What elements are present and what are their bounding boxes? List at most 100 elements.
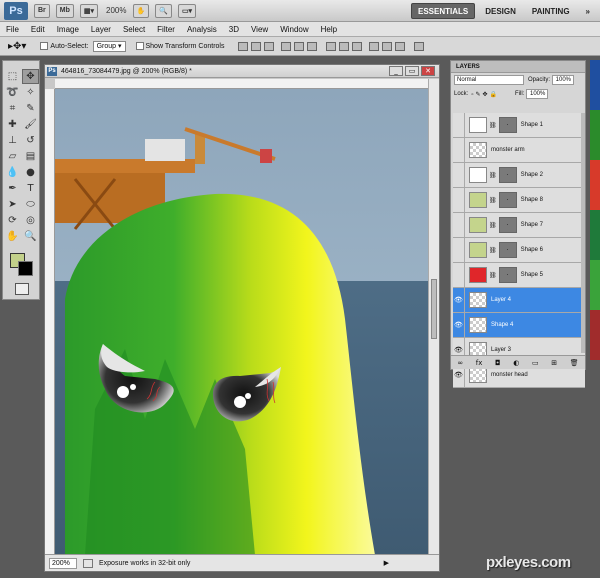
blend-mode-dropdown[interactable]: Normal <box>454 75 524 85</box>
align-vcenter-icon[interactable] <box>251 41 262 51</box>
history-brush-tool-icon[interactable]: ↺ <box>22 133 39 148</box>
add-mask-icon[interactable]: ◘ <box>495 359 501 367</box>
magic-wand-tool-icon[interactable]: ✧ <box>22 85 39 100</box>
fill-field[interactable]: 100% <box>526 89 549 99</box>
layer-thumbnail[interactable] <box>469 267 487 283</box>
vector-mask-thumbnail[interactable]: · <box>498 167 517 183</box>
marquee-tool-icon[interactable]: ⬚ <box>4 69 21 84</box>
opacity-field[interactable]: 100% <box>552 75 575 85</box>
brush-tool-icon[interactable]: 🖌 <box>22 117 39 132</box>
layer-thumbnail[interactable] <box>469 117 487 133</box>
menu-image[interactable]: Image <box>57 25 79 34</box>
mask-link-icon[interactable]: ⛓ <box>489 222 497 229</box>
mask-link-icon[interactable]: ⛓ <box>489 122 497 129</box>
healing-brush-tool-icon[interactable]: ✚ <box>4 117 21 132</box>
3d-rotate-tool-icon[interactable]: ⟳ <box>4 213 21 228</box>
layer-row[interactable]: ⛓ · Shape 2 <box>453 163 585 188</box>
layer-thumbnail[interactable] <box>469 192 487 208</box>
mask-link-icon[interactable]: ⛓ <box>489 247 497 254</box>
mask-link-icon[interactable]: ⛓ <box>489 272 497 279</box>
menu-edit[interactable]: Edit <box>31 25 45 34</box>
visibility-eye-icon[interactable] <box>453 263 465 287</box>
eraser-tool-icon[interactable]: ▱ <box>4 149 21 164</box>
menu-window[interactable]: Window <box>280 25 308 34</box>
workspace-design-button[interactable]: DESIGN <box>479 3 522 19</box>
lock-icons[interactable]: ▫✎✥🔒 <box>471 91 499 98</box>
layers-scrollbar[interactable] <box>581 113 585 353</box>
workspace-painting-button[interactable]: PAINTING <box>526 3 576 19</box>
vector-mask-thumbnail[interactable]: · <box>498 267 517 283</box>
status-info-icon[interactable] <box>83 558 93 568</box>
zoom-level-select[interactable]: 200% <box>106 6 126 15</box>
status-menu-icon[interactable]: ▶ <box>384 559 389 567</box>
image-canvas[interactable] <box>55 89 429 555</box>
layer-row[interactable]: 👁 Layer 4 <box>453 288 585 313</box>
menu-help[interactable]: Help <box>321 25 337 34</box>
vector-mask-thumbnail[interactable]: · <box>498 217 517 233</box>
menu-select[interactable]: Select <box>123 25 145 34</box>
status-zoom-field[interactable]: 200% <box>49 557 77 569</box>
vertical-scrollbar[interactable] <box>428 79 439 555</box>
dodge-tool-icon[interactable]: ● <box>22 165 39 180</box>
delete-layer-icon[interactable]: 🗑 <box>570 359 579 367</box>
layer-thumbnail[interactable] <box>469 142 487 158</box>
align-right-icon[interactable] <box>307 41 318 51</box>
vector-mask-thumbnail[interactable]: · <box>498 117 517 133</box>
blur-tool-icon[interactable]: 💧 <box>4 165 21 180</box>
menu-layer[interactable]: Layer <box>91 25 111 34</box>
vertical-ruler[interactable] <box>45 89 55 555</box>
visibility-eye-icon[interactable] <box>453 238 465 262</box>
mini-bridge-button[interactable]: Mb <box>55 3 74 18</box>
pen-tool-icon[interactable]: ✒ <box>4 181 21 196</box>
bridge-button[interactable]: Br <box>34 3 50 18</box>
hand-tool-button[interactable]: ✋ <box>132 3 150 18</box>
adjustment-layer-icon[interactable]: ◐ <box>513 359 519 367</box>
menu-3d[interactable]: 3D <box>229 25 239 34</box>
background-color-swatch[interactable] <box>18 261 33 276</box>
show-transform-checkbox[interactable] <box>135 42 144 50</box>
layer-row[interactable]: ⛓ · Shape 6 <box>453 238 585 263</box>
menu-filter[interactable]: Filter <box>157 25 175 34</box>
restore-button[interactable]: ▭ <box>405 66 419 76</box>
fx-icon[interactable]: fx <box>476 359 483 367</box>
auto-select-dropdown[interactable]: Group ▾ <box>92 40 126 52</box>
visibility-eye-icon[interactable] <box>453 138 465 162</box>
eyedropper-tool-icon[interactable]: ✎ <box>22 101 39 116</box>
menu-view[interactable]: View <box>251 25 268 34</box>
arrange-documents-button[interactable]: ▭▾ <box>177 3 197 18</box>
close-button[interactable]: ✕ <box>421 66 435 76</box>
new-group-icon[interactable]: ▭ <box>532 359 539 367</box>
layer-row[interactable]: ⛓ · Shape 1 <box>453 113 585 138</box>
layer-row[interactable]: ⛓ · Shape 8 <box>453 188 585 213</box>
minimize-button[interactable]: _ <box>389 66 403 76</box>
layer-row[interactable]: ⛓ · Shape 5 <box>453 263 585 288</box>
visibility-eye-icon[interactable] <box>453 113 465 137</box>
align-top-icon[interactable] <box>238 41 249 51</box>
layer-thumbnail[interactable] <box>469 292 487 308</box>
visibility-eye-icon[interactable] <box>453 188 465 212</box>
layer-row[interactable]: monster arm <box>453 138 585 163</box>
auto-select-checkbox[interactable] <box>40 42 49 50</box>
visibility-eye-icon[interactable] <box>453 213 465 237</box>
distribute-left-icon[interactable] <box>369 41 380 51</box>
link-layers-icon[interactable]: ∞ <box>457 359 463 367</box>
align-bottom-icon[interactable] <box>264 41 275 51</box>
distribute-right-icon[interactable] <box>395 41 406 51</box>
menu-file[interactable]: File <box>6 25 19 34</box>
auto-align-icon[interactable] <box>414 41 425 51</box>
layer-thumbnail[interactable] <box>469 317 487 333</box>
zoom-tool-button[interactable]: 🔍 <box>155 3 172 18</box>
3d-orbit-tool-icon[interactable]: ◎ <box>22 213 39 228</box>
scrollbar-thumb[interactable] <box>431 279 437 339</box>
shape-tool-icon[interactable]: ⬭ <box>22 197 39 212</box>
type-tool-icon[interactable]: T <box>22 181 39 196</box>
quick-mask-icon[interactable] <box>15 283 29 295</box>
zoom-tool-icon[interactable]: 🔍 <box>22 229 39 244</box>
document-tab[interactable]: Ps 464816_73084479.jpg @ 200% (RGB/8) * … <box>45 65 439 78</box>
workspace-essentials-button[interactable]: ESSENTIALS <box>411 3 476 19</box>
layer-thumbnail[interactable] <box>469 367 487 383</box>
distribute-vcenter-icon[interactable] <box>339 41 350 51</box>
align-hcenter-icon[interactable] <box>294 41 305 51</box>
distribute-hcenter-icon[interactable] <box>382 41 393 51</box>
layer-thumbnail[interactable] <box>469 167 487 183</box>
